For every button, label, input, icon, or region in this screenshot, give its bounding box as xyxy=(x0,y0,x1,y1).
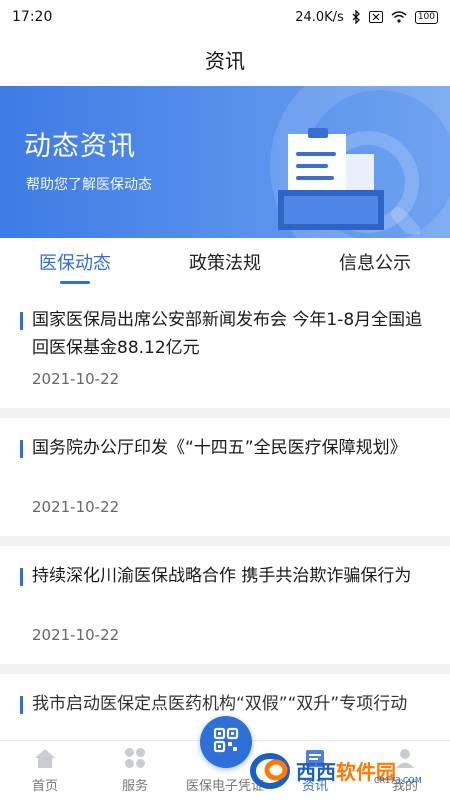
news-title: 我市启动医保定点医药机构“双假”“双升”专项行动 xyxy=(32,694,408,714)
nav-services[interactable]: 服务 xyxy=(90,741,180,800)
nav-label: 服务 xyxy=(121,779,148,794)
sim-icon xyxy=(368,11,383,23)
status-right: 24.0K/s 100 xyxy=(295,10,438,25)
tab-label: 政策法规 xyxy=(189,253,261,274)
banner-subtitle: 帮助您了解医保动态 xyxy=(26,177,152,193)
banner-title: 动态资讯 xyxy=(24,131,136,162)
news-date: 2021-10-22 xyxy=(32,498,120,516)
tab-medical-news[interactable]: 医保动态 xyxy=(0,238,150,290)
watermark-logo: 西西软件园 CR173.COM xyxy=(250,748,446,792)
news-title: 持续深化川渝医保战略合作 携手共治欺诈骗保行为 xyxy=(32,566,412,586)
nav-label: 首页 xyxy=(31,779,58,794)
network-speed: 24.0K/s xyxy=(295,9,344,25)
battery-icon: 100 xyxy=(414,10,438,24)
grid-icon xyxy=(122,745,148,771)
wifi-icon xyxy=(391,11,407,23)
news-title: 国务院办公厅印发《“十四五”全民医疗保障规划》 xyxy=(32,438,407,458)
news-date: 2021-10-22 xyxy=(32,370,120,388)
nav-home[interactable]: 首页 xyxy=(0,741,90,800)
qr-code-icon xyxy=(213,727,239,757)
document-tray-icon xyxy=(270,124,425,238)
news-item-accent xyxy=(20,568,23,586)
qr-code-button[interactable] xyxy=(200,716,252,768)
tab-public-info[interactable]: 信息公示 xyxy=(300,238,450,290)
news-title: 国家医保局出席公安部新闻发布会 今年1-8月全国追回医保基金88.12亿元 xyxy=(32,310,423,358)
page-title: 资讯 xyxy=(205,48,245,73)
tab-label: 信息公示 xyxy=(339,253,411,274)
news-item[interactable]: 国务院办公厅印发《“十四五”全民医疗保障规划》 2021-10-22 xyxy=(0,418,450,546)
watermark-emblem-icon xyxy=(250,753,290,789)
news-item[interactable]: 国家医保局出席公安部新闻发布会 今年1-8月全国追回医保基金88.12亿元 20… xyxy=(0,290,450,418)
home-icon xyxy=(32,745,58,771)
tab-policies[interactable]: 政策法规 xyxy=(150,238,300,290)
news-item-accent xyxy=(20,312,23,330)
status-bar: 17:20 24.0K/s 100 xyxy=(0,0,450,34)
news-item-accent xyxy=(20,440,23,458)
tab-label: 医保动态 xyxy=(39,253,111,274)
watermark-url: CR173.COM xyxy=(374,776,422,785)
news-item[interactable]: 持续深化川渝医保战略合作 携手共治欺诈骗保行为 2021-10-22 xyxy=(0,546,450,674)
tab-active-indicator xyxy=(60,281,90,284)
news-list: 国家医保局出席公安部新闻发布会 今年1-8月全国追回医保基金88.12亿元 20… xyxy=(0,290,450,724)
news-date: 2021-10-22 xyxy=(32,626,120,644)
status-time: 17:20 xyxy=(12,9,53,25)
bluetooth-icon xyxy=(352,10,361,24)
category-tabs: 医保动态 政策法规 信息公示 xyxy=(0,238,450,290)
news-item-accent xyxy=(20,696,23,714)
banner: 动态资讯 帮助您了解医保动态 xyxy=(0,86,450,238)
